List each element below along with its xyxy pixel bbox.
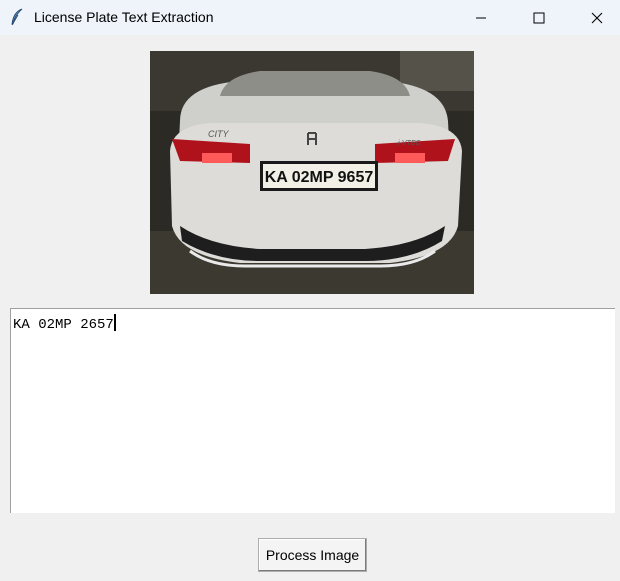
process-image-button[interactable]: Process Image	[258, 538, 367, 572]
window-title: License Plate Text Extraction	[34, 9, 214, 25]
feather-icon	[11, 8, 23, 26]
close-button[interactable]	[574, 0, 620, 35]
maximize-button[interactable]	[516, 0, 562, 35]
trim-badge: i-VTEC	[398, 140, 422, 147]
maximize-icon	[533, 12, 545, 23]
minimize-button[interactable]	[458, 0, 504, 35]
output-textbox[interactable]: KA 02MP 2657	[10, 308, 615, 513]
close-icon	[591, 12, 603, 23]
minimize-icon	[476, 17, 486, 18]
brand-badge: CITY	[208, 129, 229, 139]
output-text-value: KA 02MP 2657	[13, 317, 114, 333]
car-photo: CITY i-VTEC KA 02MP 9657	[150, 51, 474, 294]
text-caret	[113, 314, 116, 331]
title-bar[interactable]: License Plate Text Extraction	[0, 0, 620, 35]
output-text: KA 02MP 2657	[13, 314, 116, 333]
license-plate-text: KA 02MP 9657	[265, 169, 374, 186]
